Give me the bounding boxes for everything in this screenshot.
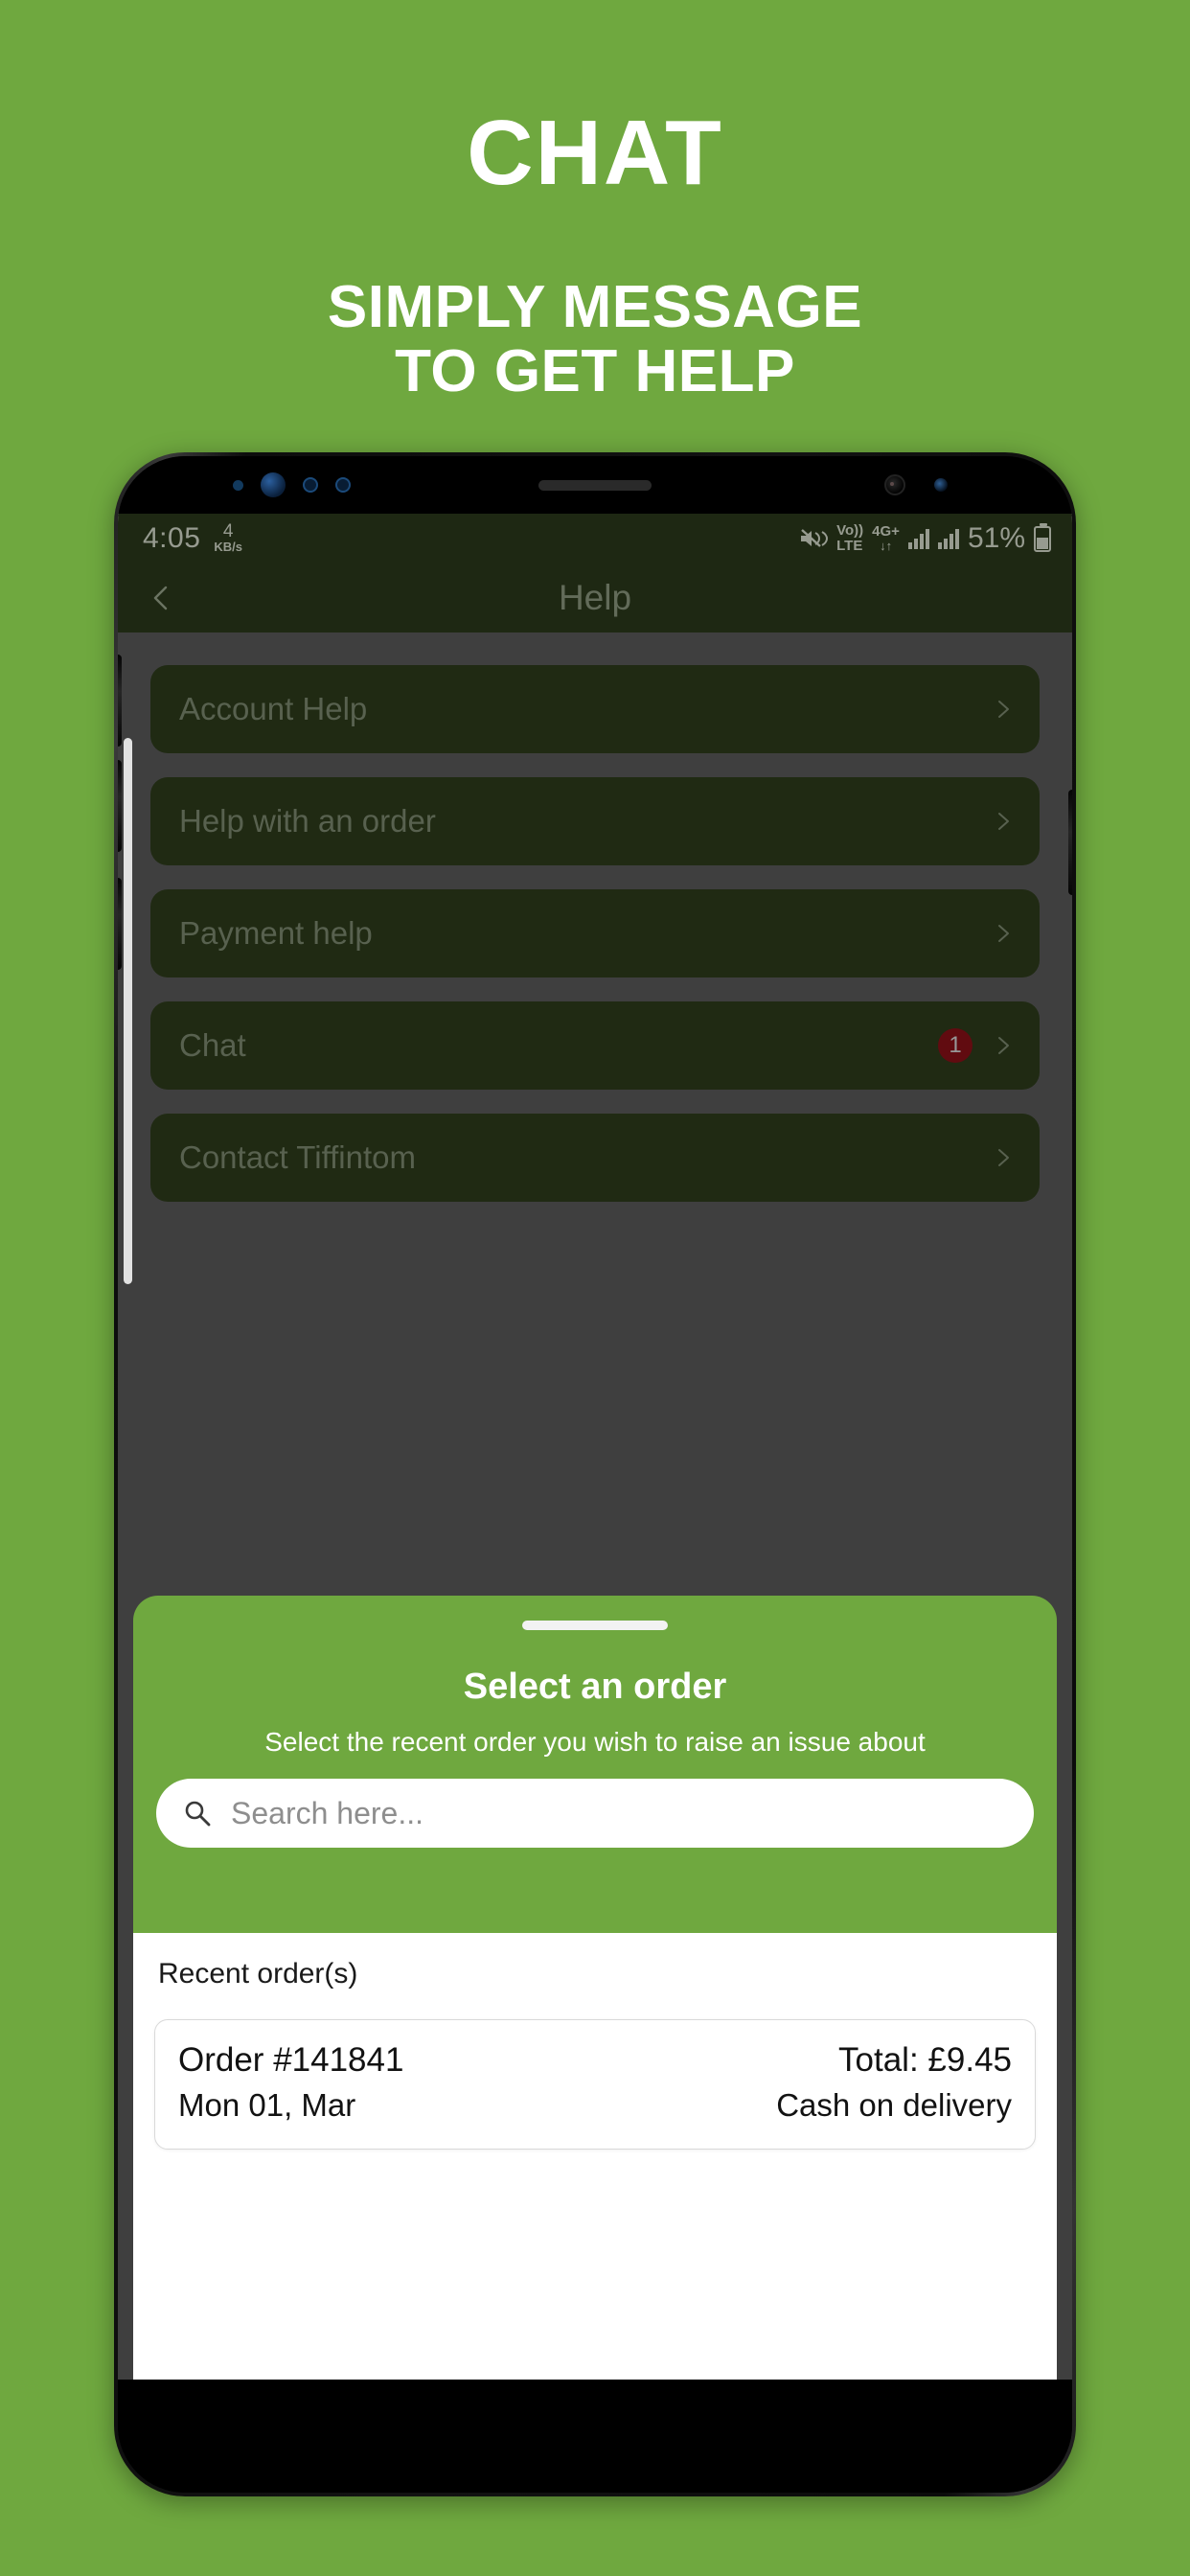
ir-emitter-icon [934,478,948,492]
assistant-button[interactable] [118,878,122,970]
front-camera-icon [261,472,286,497]
volume-up-button[interactable] [118,655,122,747]
order-total: Total: £9.45 [838,2041,1012,2079]
promo-subtitle-line1: SIMPLY MESSAGE [327,274,863,340]
sensor-cluster-left [233,472,351,497]
phone-mockup: 4:05 4 KB/s Vo)) LTE 4G+ ↓↑ 51% Help Acc… [114,452,1076,2496]
phone-bottom-bezel [118,2380,1072,2493]
recent-orders-heading: Recent order(s) [158,1958,358,1990]
promo-banner: CHAT SIMPLY MESSAGE TO GET HELP [0,0,1190,404]
order-payment-method: Cash on delivery [776,2087,1012,2123]
order-card-left: Order #141841 Mon 01, Mar [178,2041,403,2124]
phone-body: 4:05 4 KB/s Vo)) LTE 4G+ ↓↑ 51% Help Acc… [118,456,1072,2493]
select-order-sheet: Select an order Select the recent order … [133,1596,1057,2380]
order-card[interactable]: Order #141841 Mon 01, Mar Total: £9.45 C… [154,2019,1036,2150]
proximity-sensor-icon [335,477,351,493]
search-placeholder: Search here... [231,1795,423,1830]
volume-down-button[interactable] [118,760,122,852]
sheet-drag-handle[interactable] [522,1621,668,1630]
search-container: Search here... [133,1758,1057,1871]
promo-title: CHAT [467,102,723,204]
promo-subtitle-line2: TO GET HELP [395,337,795,404]
order-number: Order #141841 [178,2041,404,2079]
scrollbar[interactable] [124,738,132,1284]
recent-orders-pane: Recent order(s) Order #141841 Mon 01, Ma… [133,1933,1057,2380]
phone-top-bezel [118,456,1072,514]
earpiece-speaker [538,479,652,491]
sheet-title: Select an order [463,1667,727,1707]
sensor-cluster-right [884,474,948,495]
search-input[interactable]: Search here... [156,1779,1034,1848]
promo-subtitle: SIMPLY MESSAGE TO GET HELP [0,274,1190,404]
order-date: Mon 01, Mar [178,2087,356,2123]
iris-camera-icon [884,474,905,495]
phone-screen: 4:05 4 KB/s Vo)) LTE 4G+ ↓↑ 51% Help Acc… [118,514,1072,2380]
sheet-subtitle: Select the recent order you wish to rais… [264,1727,926,1757]
order-card-right: Total: £9.45 Cash on delivery [776,2041,1012,2124]
search-icon [183,1799,212,1828]
iris-sensor-icon [303,477,318,493]
power-button[interactable] [1068,790,1072,895]
light-sensor-icon [233,479,243,491]
